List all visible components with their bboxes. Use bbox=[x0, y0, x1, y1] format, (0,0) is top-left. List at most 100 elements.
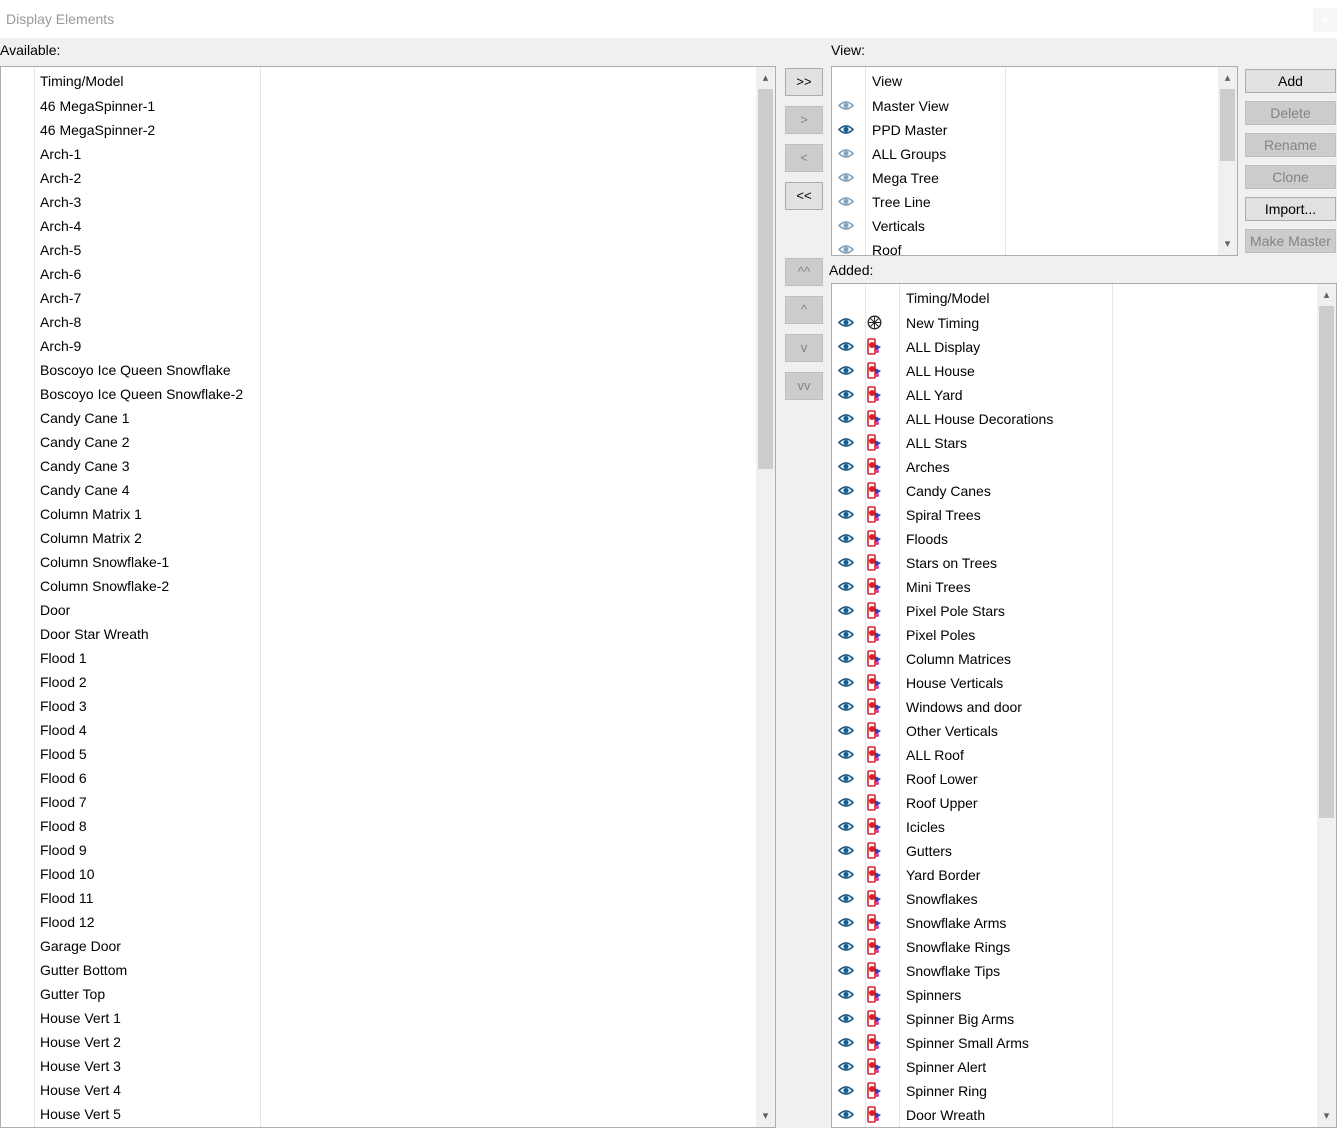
added-item[interactable]: New Timing bbox=[832, 311, 1336, 335]
eye-icon[interactable] bbox=[838, 581, 854, 592]
make-master-button[interactable]: Make Master bbox=[1245, 229, 1336, 253]
scroll-thumb[interactable] bbox=[758, 89, 773, 469]
added-item[interactable]: Pixel Pole Stars bbox=[832, 599, 1336, 623]
added-item[interactable]: Snowflake Arms bbox=[832, 911, 1336, 935]
eye-icon[interactable] bbox=[838, 869, 854, 880]
eye-icon[interactable] bbox=[838, 797, 854, 808]
available-column-header[interactable]: Timing/Model bbox=[40, 73, 124, 89]
list-item[interactable]: Candy Cane 3 bbox=[1, 454, 775, 478]
list-item[interactable]: Boscoyo Ice Queen Snowflake-2 bbox=[1, 382, 775, 406]
list-item[interactable]: Column Matrix 2 bbox=[1, 526, 775, 550]
eye-icon[interactable] bbox=[838, 461, 854, 472]
list-item[interactable]: Candy Cane 2 bbox=[1, 430, 775, 454]
eye-icon[interactable] bbox=[838, 220, 854, 231]
added-item[interactable]: ALL Display bbox=[832, 335, 1336, 359]
eye-icon[interactable] bbox=[838, 893, 854, 904]
list-item[interactable]: Flood 5 bbox=[1, 742, 775, 766]
added-item[interactable]: Snowflake Tips bbox=[832, 959, 1336, 983]
view-item[interactable]: Tree Line bbox=[832, 190, 1237, 214]
move-up-button[interactable]: ^ bbox=[785, 296, 823, 324]
list-item[interactable]: Arch-2 bbox=[1, 166, 775, 190]
eye-icon[interactable] bbox=[838, 917, 854, 928]
view-item[interactable]: Master View bbox=[832, 94, 1237, 118]
list-item[interactable]: Flood 8 bbox=[1, 814, 775, 838]
view-scrollbar[interactable]: ▴ ▾ bbox=[1218, 67, 1237, 255]
close-icon[interactable]: × bbox=[1313, 8, 1337, 32]
added-item[interactable]: Mini Trees bbox=[832, 575, 1336, 599]
view-list[interactable]: View Master View PPD Master ALL Groups Mega… bbox=[831, 66, 1238, 256]
list-item[interactable]: Boscoyo Ice Queen Snowflake bbox=[1, 358, 775, 382]
view-item[interactable]: PPD Master bbox=[832, 118, 1237, 142]
list-item[interactable]: Arch-7 bbox=[1, 286, 775, 310]
added-item[interactable]: Spiral Trees bbox=[832, 503, 1336, 527]
eye-icon[interactable] bbox=[838, 677, 854, 688]
list-item[interactable]: Door bbox=[1, 598, 775, 622]
list-item[interactable]: Candy Cane 1 bbox=[1, 406, 775, 430]
added-item[interactable]: Icicles bbox=[832, 815, 1336, 839]
eye-icon[interactable] bbox=[838, 124, 854, 135]
added-item[interactable]: Gutters bbox=[832, 839, 1336, 863]
eye-icon[interactable] bbox=[838, 509, 854, 520]
added-item[interactable]: House Verticals bbox=[832, 671, 1336, 695]
list-item[interactable]: House Vert 1 bbox=[1, 1006, 775, 1030]
eye-icon[interactable] bbox=[838, 389, 854, 400]
scroll-thumb[interactable] bbox=[1220, 89, 1235, 161]
added-item[interactable]: Arches bbox=[832, 455, 1336, 479]
list-item[interactable]: Column Matrix 1 bbox=[1, 502, 775, 526]
list-item[interactable]: House Vert 2 bbox=[1, 1030, 775, 1054]
import-view-button[interactable]: Import... bbox=[1245, 197, 1336, 221]
list-item[interactable]: Arch-4 bbox=[1, 214, 775, 238]
eye-icon[interactable] bbox=[838, 341, 854, 352]
list-item[interactable]: House Vert 5 bbox=[1, 1102, 775, 1126]
added-item[interactable]: Stars on Trees bbox=[832, 551, 1336, 575]
added-item[interactable]: Door Wreath bbox=[832, 1103, 1336, 1127]
added-item[interactable]: ALL Yard bbox=[832, 383, 1336, 407]
view-item[interactable]: ALL Groups bbox=[832, 142, 1237, 166]
eye-icon[interactable] bbox=[838, 172, 854, 183]
scroll-up-icon[interactable]: ▴ bbox=[756, 69, 775, 87]
add-all-button[interactable]: >> bbox=[785, 68, 823, 96]
view-column-header[interactable]: View bbox=[872, 73, 902, 89]
list-item[interactable]: Flood 3 bbox=[1, 694, 775, 718]
added-item[interactable]: Candy Canes bbox=[832, 479, 1336, 503]
list-item[interactable]: Arch-5 bbox=[1, 238, 775, 262]
list-item[interactable]: Flood 4 bbox=[1, 718, 775, 742]
scroll-up-icon[interactable]: ▴ bbox=[1317, 286, 1336, 304]
eye-icon[interactable] bbox=[838, 365, 854, 376]
eye-icon[interactable] bbox=[838, 1037, 854, 1048]
eye-icon[interactable] bbox=[838, 413, 854, 424]
list-item[interactable]: Gutter Bottom bbox=[1, 958, 775, 982]
list-item[interactable]: Flood 11 bbox=[1, 886, 775, 910]
view-item[interactable]: Verticals bbox=[832, 214, 1237, 238]
eye-icon[interactable] bbox=[838, 557, 854, 568]
eye-icon[interactable] bbox=[838, 941, 854, 952]
added-item[interactable]: Spinners bbox=[832, 983, 1336, 1007]
list-item[interactable]: Arch-8 bbox=[1, 310, 775, 334]
added-item[interactable]: Pixel Poles bbox=[832, 623, 1336, 647]
list-item[interactable]: Flood 6 bbox=[1, 766, 775, 790]
list-item[interactable]: Flood 2 bbox=[1, 670, 775, 694]
list-item[interactable]: Flood 7 bbox=[1, 790, 775, 814]
added-item[interactable]: Floods bbox=[832, 527, 1336, 551]
list-item[interactable]: Column Snowflake-2 bbox=[1, 574, 775, 598]
available-scrollbar[interactable]: ▴ ▾ bbox=[756, 67, 775, 1127]
eye-icon[interactable] bbox=[838, 485, 854, 496]
eye-icon[interactable] bbox=[838, 148, 854, 159]
eye-icon[interactable] bbox=[838, 845, 854, 856]
view-item[interactable]: Roof bbox=[832, 238, 1237, 255]
view-item[interactable]: Mega Tree bbox=[832, 166, 1237, 190]
added-item[interactable]: Snowflake Rings bbox=[832, 935, 1336, 959]
list-item[interactable]: Arch-1 bbox=[1, 142, 775, 166]
eye-icon[interactable] bbox=[838, 773, 854, 784]
eye-icon[interactable] bbox=[838, 989, 854, 1000]
eye-icon[interactable] bbox=[838, 437, 854, 448]
available-list[interactable]: Timing/Model 46 MegaSpinner-1 46 MegaSpin… bbox=[0, 66, 776, 1128]
added-item[interactable]: Other Verticals bbox=[832, 719, 1336, 743]
move-down-button[interactable]: v bbox=[785, 334, 823, 362]
remove-all-button[interactable]: << bbox=[785, 182, 823, 210]
added-item[interactable]: Snowflakes bbox=[832, 887, 1336, 911]
added-item[interactable]: ALL Roof bbox=[832, 743, 1336, 767]
list-item[interactable]: Arch-6 bbox=[1, 262, 775, 286]
added-item[interactable]: Yard Border bbox=[832, 863, 1336, 887]
added-item[interactable]: Windows and door bbox=[832, 695, 1336, 719]
